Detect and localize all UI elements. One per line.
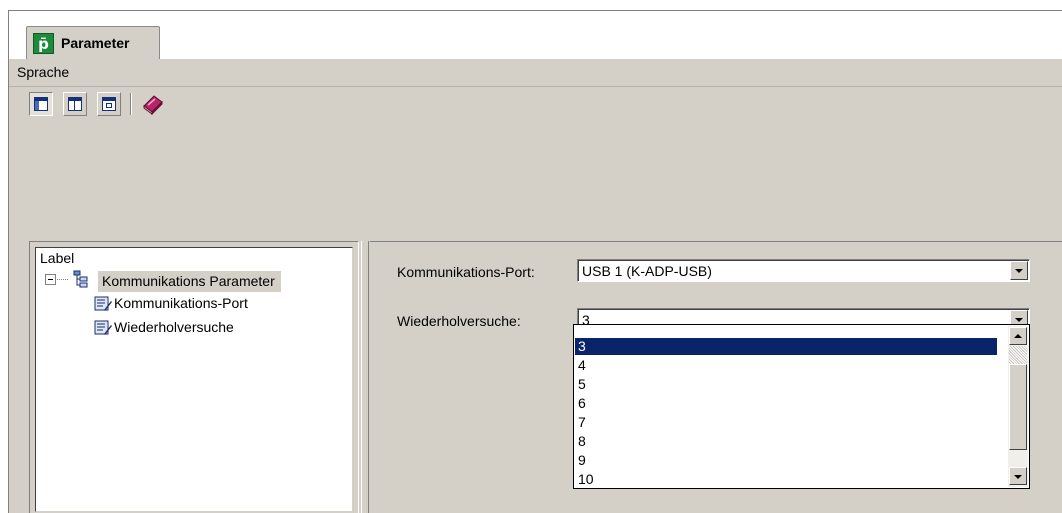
layout-top-pane-button[interactable] xyxy=(63,92,87,116)
layout-detail-icon xyxy=(102,97,116,111)
dropdown-option[interactable]: 5 xyxy=(575,376,997,393)
chevron-down-icon xyxy=(1014,475,1022,479)
scroll-thumb[interactable] xyxy=(1009,364,1027,450)
layout-top-pane-icon xyxy=(68,97,82,111)
book-help-icon xyxy=(143,95,163,116)
dropdown-option[interactable]: 8 xyxy=(575,433,997,450)
port-select[interactable]: USB 1 (K-ADP-USB) xyxy=(577,259,1030,282)
chevron-up-icon xyxy=(1014,334,1022,338)
retries-label: Wiederholversuche: xyxy=(397,313,521,329)
menu-bar: Sprache xyxy=(9,59,1062,87)
chevron-down-icon xyxy=(1015,318,1023,322)
dropdown-option[interactable]: 9 xyxy=(575,452,997,469)
dropdown-option[interactable]: 7 xyxy=(575,414,997,431)
menu-sprache[interactable]: Sprache xyxy=(17,64,69,80)
tree-view[interactable]: Label Kommunikations Parameter Kommunika… xyxy=(35,247,353,512)
tab-strip: p̄ Parameter xyxy=(9,11,1062,60)
toolbar xyxy=(9,87,1062,119)
port-value: USB 1 (K-ADP-USB) xyxy=(582,263,712,279)
tree-pane: Label Kommunikations Parameter Kommunika… xyxy=(29,241,359,513)
tree-item-kommunikations-parameter[interactable]: Kommunikations Parameter xyxy=(98,271,281,292)
tree-item-kommunikations-port[interactable]: Kommunikations-Port xyxy=(114,295,248,311)
tree-item-wiederholversuche[interactable]: Wiederholversuche xyxy=(114,319,234,335)
port-label: Kommunikations-Port: xyxy=(397,264,535,280)
book-help-button[interactable] xyxy=(141,93,165,116)
tab-parameter[interactable]: p̄ Parameter xyxy=(26,26,160,60)
parameter-edit-icon xyxy=(94,296,112,311)
dropdown-option[interactable]: 4 xyxy=(575,357,997,374)
pane-splitter[interactable] xyxy=(361,241,369,513)
parameter-edit-icon xyxy=(94,320,112,335)
layout-detail-button[interactable] xyxy=(97,92,121,116)
dropdown-option[interactable]: 3 xyxy=(575,338,997,355)
scroll-up-button[interactable] xyxy=(1009,327,1027,345)
tree-connector xyxy=(57,279,68,280)
port-dropdown-button[interactable] xyxy=(1010,261,1028,280)
retries-dropdown-list[interactable]: 3 4 5 6 7 8 9 10 xyxy=(573,324,1030,489)
tree-collapse-toggle[interactable] xyxy=(45,274,56,285)
pepperl-fuchs-logo-icon: p̄ xyxy=(33,33,54,54)
dropdown-option[interactable]: 10 xyxy=(575,471,997,488)
scroll-down-button[interactable] xyxy=(1009,467,1027,485)
scroll-track[interactable] xyxy=(1009,346,1027,364)
network-tree-icon xyxy=(73,270,88,288)
layout-left-pane-button[interactable] xyxy=(29,92,53,116)
dropdown-option[interactable]: 6 xyxy=(575,395,997,412)
tab-label: Parameter xyxy=(61,35,130,51)
toolbar-separator xyxy=(130,93,132,115)
layout-left-pane-icon xyxy=(34,97,48,111)
dropdown-scrollbar[interactable] xyxy=(1008,326,1028,487)
chevron-down-icon xyxy=(1015,269,1023,273)
tree-header-label: Label xyxy=(40,250,75,266)
